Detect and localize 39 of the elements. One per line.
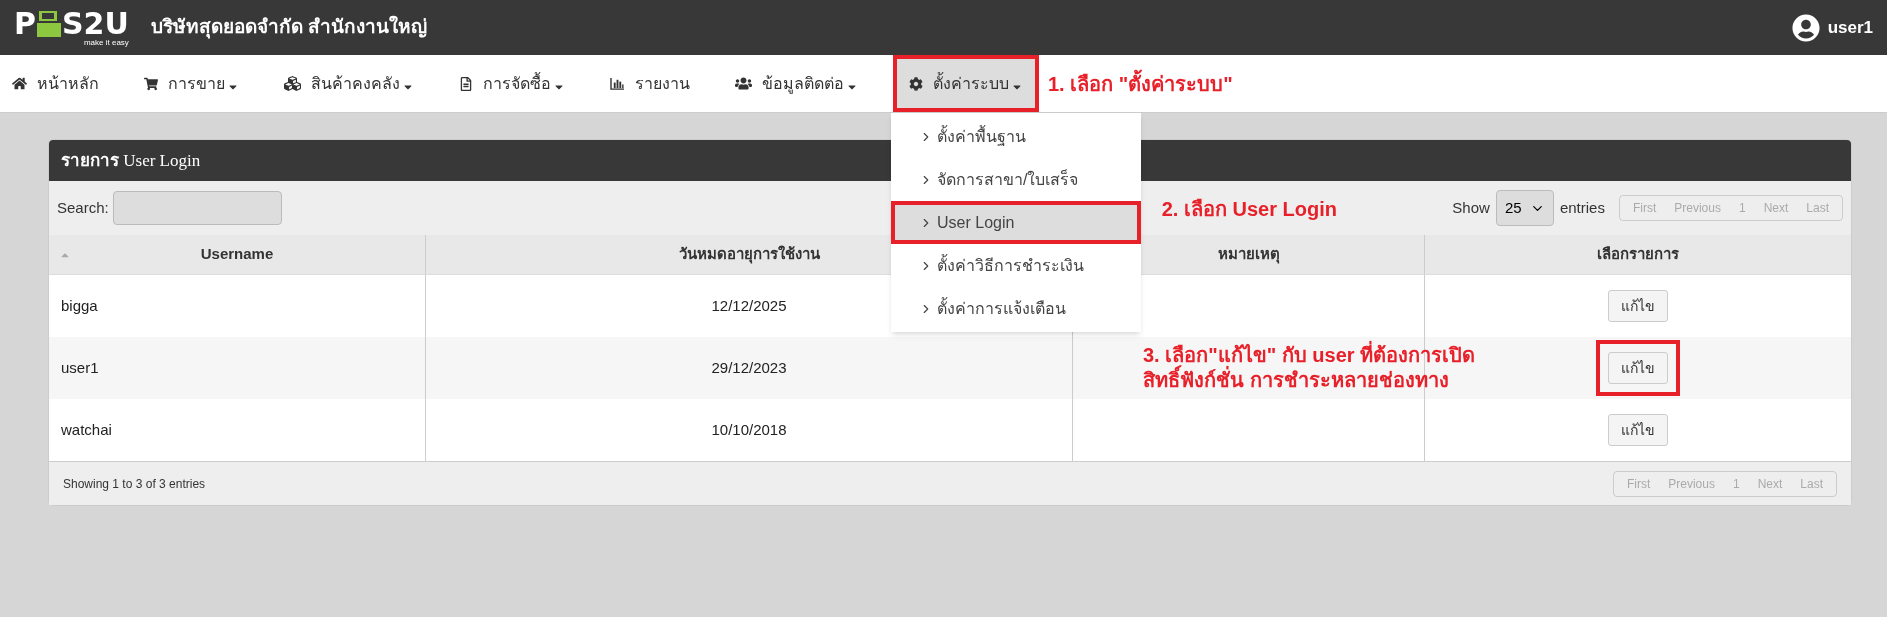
annotation-text: 2. เลือก User Login [1161,197,1337,222]
menu-item[interactable]: ตั้งค่าพื้นฐาน [891,115,1141,158]
document-icon [459,76,473,91]
search-label: Search: [57,197,109,218]
entries-label: entries [1559,197,1605,218]
column-header[interactable]: เลือกรายการ [1597,243,1679,266]
annotation-text: 1. เลือก "ตั้งค่าระบบ" [1048,68,1233,99]
edit-button[interactable]: แก้ไข [1608,290,1668,322]
menu-item[interactable]: User Login [891,201,1141,244]
cash-register-icon [36,8,62,39]
cubes-icon [284,75,301,92]
user-name[interactable]: user1 [1827,14,1873,41]
nav-item[interactable]: ตั้งค่าระบบ [893,55,1039,112]
users-icon [735,75,752,92]
search-field[interactable] [112,191,282,225]
logo: P S2U make it easy [14,8,129,47]
table-info: Showing 1 to 3 of 3 entries [63,475,206,493]
nav-item[interactable]: ข้อมูลติดต่อ [725,55,868,112]
panel-title: รายการ User Login [61,149,201,172]
page-size-select[interactable]: 25 [1495,190,1554,226]
nav-item[interactable]: การจัดซื้อ [449,55,575,112]
cart-icon [144,76,158,91]
home-icon [12,76,27,91]
column-header[interactable]: Username [200,243,274,266]
edit-button[interactable]: แก้ไข [1608,414,1668,446]
nav-item[interactable]: รายงาน [600,55,700,112]
edit-button[interactable]: แก้ไข [1608,352,1668,384]
settings-icon [909,76,923,91]
show-label: Show [1452,197,1490,218]
bar-chart-icon [610,77,625,90]
nav-item[interactable]: การขาย [134,55,249,112]
column-header[interactable]: วันหมดอายุการใช้งาน [678,243,820,266]
column-header[interactable]: หมายเหตุ [1217,243,1280,266]
annotation-text: 3. เลือก"แก้ไข" กับ user ที่ต้องการเปิด สิทธิ์ฟังก์ชั่น การชำระหลายช่องทาง [1143,343,1476,393]
menu-item[interactable]: จัดการสาขา/ใบเสร็จ [891,158,1141,201]
user-avatar-icon [1791,13,1820,42]
nav-item[interactable]: หน้าหลัก [2,55,109,112]
nav-item[interactable]: สินค้าคงคลัง [274,55,424,112]
company-name: บริษัทสุดยอดจำกัด สำนักงานใหญ่ [150,14,428,41]
